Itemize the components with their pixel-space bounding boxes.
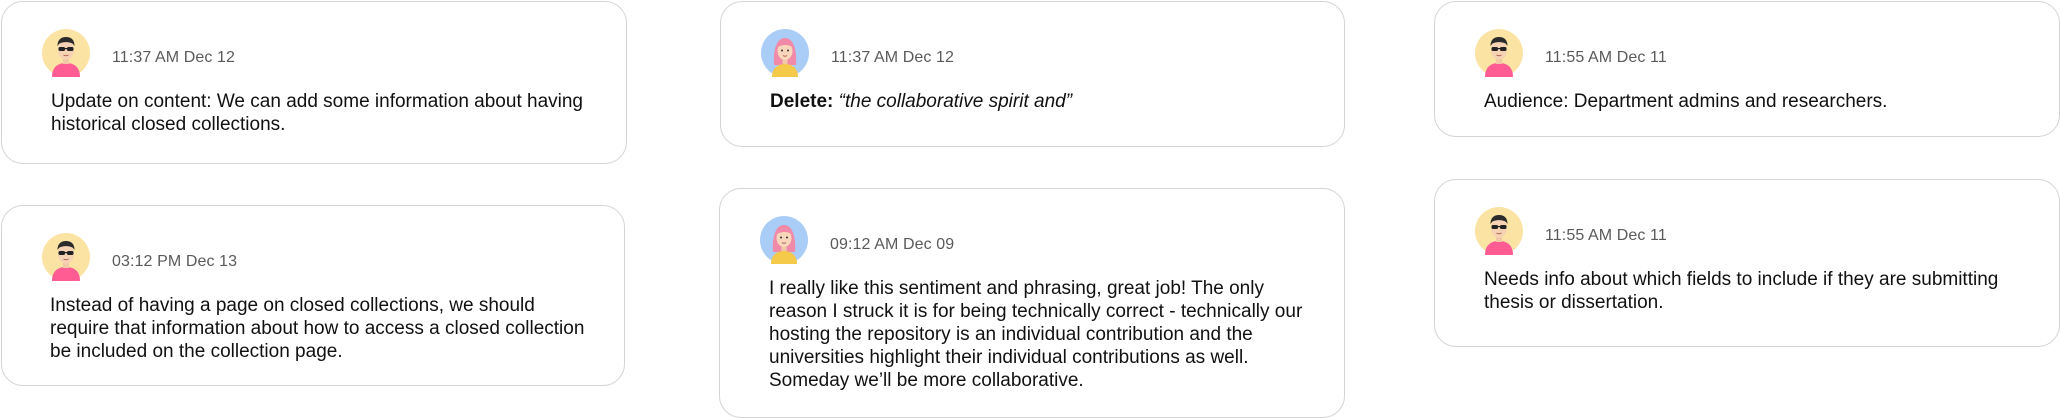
comment-text: Needs info about which fields to include…	[1484, 269, 1999, 313]
deleted-text: “the collaborative spirit and”	[838, 91, 1073, 112]
user-avatar-icon	[760, 216, 808, 264]
comment-timestamp: 11:55 AM Dec 11	[1545, 227, 1667, 244]
comment-timestamp: 11:37 AM Dec 12	[112, 49, 236, 66]
comment-text: Audience: Department admins and research…	[1484, 91, 1888, 112]
user-avatar-icon	[42, 233, 90, 281]
comment-card[interactable]: 11:55 AM Dec 11 Needs info about which f…	[1434, 179, 2060, 347]
comment-text: I really like this sentiment and phrasin…	[769, 278, 1303, 391]
user-avatar-icon	[761, 29, 809, 77]
comment-text: Update on content: We can add some infor…	[51, 91, 583, 135]
comment-card[interactable]: 11:55 AM Dec 11 Audience: Department adm…	[1434, 1, 2060, 137]
user-avatar-icon	[1475, 207, 1523, 255]
user-avatar-icon	[42, 29, 90, 77]
comment-timestamp: 11:55 AM Dec 11	[1545, 49, 1667, 66]
comment-text: Instead of having a page on closed colle…	[50, 295, 585, 362]
comment-text: Delete: “the collaborative spirit and”	[770, 90, 1310, 113]
comment-timestamp: 11:37 AM Dec 12	[831, 49, 955, 66]
comment-card[interactable]: 11:37 AM Dec 12 Update on content: We ca…	[1, 1, 627, 164]
comment-timestamp: 03:12 PM Dec 13	[112, 253, 238, 270]
comment-timestamp: 09:12 AM Dec 09	[830, 236, 955, 253]
delete-label: Delete:	[770, 91, 834, 112]
user-avatar-icon	[1475, 29, 1523, 77]
comment-card[interactable]: 03:12 PM Dec 13 Instead of having a page…	[1, 205, 625, 386]
comment-card[interactable]: 11:37 AM Dec 12 Delete: “the collaborati…	[720, 1, 1345, 147]
comment-card[interactable]: 09:12 AM Dec 09 I really like this senti…	[719, 188, 1345, 418]
